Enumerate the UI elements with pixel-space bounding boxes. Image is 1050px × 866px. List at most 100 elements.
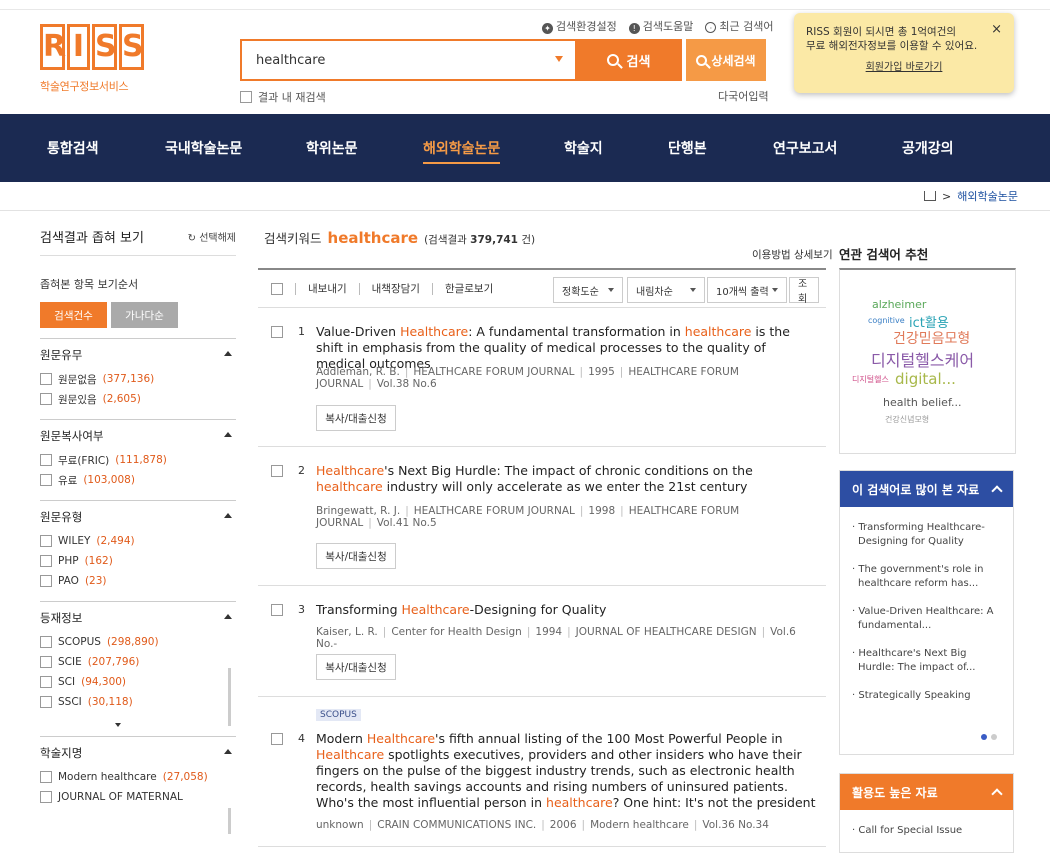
result-title[interactable]: Modern Healthcare's fifth annual listing… [316, 731, 816, 811]
panel-item-link[interactable]: · Strategically Speaking [852, 689, 1001, 703]
facet-scrollbar[interactable] [228, 668, 231, 726]
copy-loan-request-button[interactable]: 복사/대출신청 [316, 543, 396, 569]
meta-field[interactable]: Modern healthcare [590, 819, 689, 831]
expand-more-icon[interactable] [40, 716, 196, 727]
facet-item[interactable]: SCIE (207,796) [40, 652, 236, 672]
riss-logo[interactable]: RISS 학술연구정보서비스 [40, 24, 144, 94]
facet-checkbox[interactable] [40, 636, 52, 648]
facet-checkbox[interactable] [40, 575, 52, 587]
facet-checkbox[interactable] [40, 791, 52, 803]
carousel-dot[interactable] [981, 734, 987, 740]
meta-field[interactable]: JOURNAL OF HEALTHCARE DESIGN [576, 626, 757, 638]
related-term[interactable]: 디지털헬스케어 [871, 347, 974, 371]
copy-loan-request-button[interactable]: 복사/대출신청 [316, 654, 396, 680]
collapse-icon[interactable] [224, 351, 232, 356]
multilang-input-link[interactable]: 다국어입력 [718, 88, 769, 104]
facet-item[interactable]: PAO (23) [40, 571, 236, 591]
collapse-icon[interactable] [224, 513, 232, 518]
result-title[interactable]: Value-Driven Healthcare: A fundamental t… [316, 324, 816, 372]
high-usage-header[interactable]: 활용도 높은 자료 [840, 774, 1013, 810]
signup-link[interactable]: 회원가입 바로가기 [806, 61, 1002, 75]
meta-field[interactable]: HEALTHCARE FORUM JOURNAL [414, 505, 575, 517]
facet-item[interactable]: 원문있음 (2,605) [40, 389, 236, 409]
facet-header[interactable]: 원문복사여부 [40, 428, 236, 444]
search-help-link[interactable]: ! 검색도움말 [628, 18, 693, 34]
panel-item-link[interactable]: · Value-Driven Healthcare: A fundamental… [852, 605, 1001, 633]
related-term[interactable]: alzheimer [872, 298, 926, 311]
facet-item[interactable]: JOURNAL OF MATERNAL [40, 787, 236, 807]
add-to-shelf-button[interactable]: 내책장담기 [358, 282, 420, 295]
panel-item-link[interactable]: · The government's role in healthcare re… [852, 563, 1001, 591]
facet-item[interactable]: SSCI (30,118) [40, 692, 236, 712]
select-all-checkbox[interactable] [271, 282, 283, 295]
facet-checkbox[interactable] [40, 771, 52, 783]
howto-link[interactable]: 이용방법 상세보기 [752, 247, 833, 262]
panel-item-link[interactable]: · Healthcare's Next Big Hurdle: The impa… [852, 647, 1001, 675]
related-term[interactable]: cognitive [868, 316, 905, 325]
facet-checkbox[interactable] [40, 555, 52, 567]
result-checkbox[interactable] [271, 326, 283, 338]
meta-field[interactable]: CRAIN COMMUNICATIONS INC. [377, 819, 536, 831]
search-input[interactable] [242, 41, 532, 79]
meta-field[interactable]: Center for Health Design [391, 626, 522, 638]
export-button[interactable]: 내보내기 [295, 282, 347, 295]
nav-dissertations[interactable]: 학위논문 [306, 138, 358, 158]
result-checkbox[interactable] [271, 604, 283, 616]
chevron-up-icon[interactable] [991, 485, 1003, 497]
related-term[interactable]: health belief... [883, 396, 962, 409]
meta-field[interactable]: HEALTHCARE FORUM JOURNAL [413, 366, 574, 378]
most-viewed-header[interactable]: 이 검색어로 많이 본 자료 [840, 471, 1013, 507]
related-term[interactable]: 건강믿음모형 [893, 328, 970, 348]
order-by-alpha-button[interactable]: 가나다순 [111, 302, 178, 328]
facet-item[interactable]: SCOPUS (298,890) [40, 632, 236, 652]
close-icon[interactable]: × [991, 23, 1002, 37]
facet-header[interactable]: 원문유무 [40, 347, 236, 363]
facet-item[interactable]: Modern healthcare (27,058) [40, 767, 236, 787]
copy-loan-request-button[interactable]: 복사/대출신청 [316, 405, 396, 431]
korean-view-button[interactable]: 한글로보기 [431, 282, 493, 295]
facet-header[interactable]: 등재정보 [40, 610, 236, 626]
collapse-icon[interactable] [224, 432, 232, 437]
sort-field-select[interactable]: 정확도순 [553, 277, 623, 303]
search-within-option[interactable]: 결과 내 재검색 [240, 89, 326, 105]
home-icon[interactable] [924, 191, 936, 201]
facet-item[interactable]: 원문없음 (377,136) [40, 369, 236, 389]
facet-item[interactable]: 유료 (103,008) [40, 470, 236, 490]
related-term[interactable]: digital... [895, 370, 956, 388]
facet-checkbox[interactable] [40, 676, 52, 688]
related-term[interactable]: 디지털헬스 [852, 374, 889, 385]
facet-checkbox[interactable] [40, 656, 52, 668]
per-page-select[interactable]: 10개씩 출력 [707, 277, 787, 303]
facet-item[interactable]: PHP (162) [40, 551, 236, 571]
search-button[interactable]: 검색 [575, 39, 682, 81]
nav-integrated-search[interactable]: 통합검색 [47, 138, 99, 158]
order-by-count-button[interactable]: 검색건수 [40, 302, 107, 328]
result-checkbox[interactable] [271, 465, 283, 477]
result-title[interactable]: Transforming Healthcare-Designing for Qu… [316, 602, 816, 618]
view-button[interactable]: 조회 [789, 277, 819, 305]
nav-foreign-papers[interactable]: 해외학술논문 [423, 138, 501, 164]
panel-item-link[interactable]: · Transforming Healthcare-Designing for … [852, 521, 1001, 549]
facet-checkbox[interactable] [40, 696, 52, 708]
search-dropdown-icon[interactable] [555, 56, 563, 62]
search-settings-link[interactable]: ✦ 검색환경설정 [542, 18, 617, 34]
result-checkbox[interactable] [271, 733, 283, 745]
sort-order-select[interactable]: 내림차순 [627, 277, 705, 303]
facet-checkbox[interactable] [40, 535, 52, 547]
facet-header[interactable]: 원문유형 [40, 509, 236, 525]
facet-checkbox[interactable] [40, 373, 52, 385]
facet-header[interactable]: 학술지명 [40, 745, 236, 761]
facet-checkbox[interactable] [40, 393, 52, 405]
reset-selection-button[interactable]: ↻ 선택해제 [188, 229, 236, 244]
detail-search-button[interactable]: 상세검색 [686, 39, 766, 81]
nav-journals[interactable]: 학술지 [564, 138, 603, 158]
facet-item[interactable]: SCI (94,300) [40, 672, 236, 692]
nav-domestic-papers[interactable]: 국내학술논문 [165, 138, 242, 158]
result-title[interactable]: Healthcare's Next Big Hurdle: The impact… [316, 463, 816, 495]
collapse-icon[interactable] [224, 749, 232, 754]
recent-searches-link[interactable]: · 최근 검색어 [705, 18, 773, 34]
panel-item-link[interactable]: · Call for Special Issue [852, 824, 1001, 838]
facet-checkbox[interactable] [40, 474, 52, 486]
facet-checkbox[interactable] [40, 454, 52, 466]
breadcrumb-current[interactable]: 해외학술논문 [957, 188, 1018, 204]
